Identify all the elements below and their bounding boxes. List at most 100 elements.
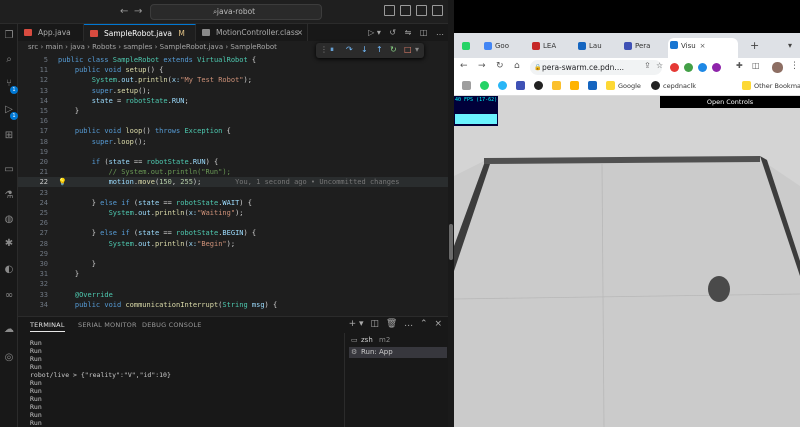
bookmark-google[interactable]: Google <box>618 81 641 91</box>
more-actions-icon[interactable]: … <box>404 319 413 329</box>
extension-icon[interactable] <box>670 63 679 72</box>
menu-icon[interactable]: ⋮ <box>790 61 799 71</box>
tab-debug-console[interactable]: DEBUG CONSOLE <box>142 321 202 329</box>
simulation-viewport[interactable]: 40 FPS (17-62) Open Controls <box>454 96 800 427</box>
history-icon[interactable]: ↺ <box>389 28 396 37</box>
search-icon[interactable]: ⌕ <box>3 54 15 66</box>
apps-icon[interactable] <box>462 81 471 90</box>
address-bar[interactable]: 🔒 pera-swarm.ce.pdn.... <box>530 60 662 75</box>
extension-icon[interactable] <box>698 63 707 72</box>
toggle-secondary-sidebar-icon[interactable] <box>416 5 427 16</box>
toggle-panel-icon[interactable] <box>400 5 411 16</box>
code-line[interactable]: public void loop() throws Exception { <box>58 127 231 135</box>
extension-icon[interactable] <box>712 63 721 72</box>
code-line[interactable]: state = robotState.RUN; <box>58 97 189 105</box>
code-editor[interactable]: 5 public class SampleRobot extends Virtua… <box>18 54 462 316</box>
browser-tab[interactable]: Lau <box>576 39 620 56</box>
tab-terminal[interactable]: TERMINAL <box>30 321 65 332</box>
step-over-icon[interactable]: ↷ <box>346 45 353 54</box>
resize-handle[interactable] <box>449 224 453 260</box>
cloud-icon[interactable]: ☁ <box>3 324 15 336</box>
code-line[interactable]: } <box>58 270 79 278</box>
tab-motioncontroller-class[interactable]: MotionController.class × <box>196 24 308 41</box>
avatar[interactable] <box>772 62 783 73</box>
fps-stats-panel[interactable]: 40 FPS (17-62) <box>454 96 498 126</box>
bookmark-cepdnaclk[interactable]: cepdnaclk <box>663 81 696 91</box>
toggle-sidebar-icon[interactable] <box>384 5 395 16</box>
code-line[interactable]: } <box>58 260 96 268</box>
code-line[interactable]: public void setup() { <box>58 66 164 74</box>
bug-icon[interactable]: ✱ <box>3 238 15 250</box>
remote-explorer-icon[interactable]: ▭ <box>3 164 15 176</box>
drag-handle-icon[interactable]: ⋮ <box>320 45 328 54</box>
folder-icon[interactable] <box>742 81 751 90</box>
code-line[interactable]: } else if (state == robotState.WAIT) { <box>58 199 252 207</box>
reload-icon[interactable]: ↻ <box>496 61 504 71</box>
code-line[interactable]: public class SampleRobot extends Virtual… <box>58 56 256 64</box>
code-line[interactable]: public void communicationInterrupt(Strin… <box>58 301 277 309</box>
testing-icon[interactable]: ⚗ <box>3 190 15 202</box>
live-share-icon[interactable]: ◐ <box>3 264 15 276</box>
browser-tab[interactable]: LEA <box>530 39 574 56</box>
sidepanel-icon[interactable]: ◫ <box>752 61 760 70</box>
command-center-search[interactable]: ⌕ java-robot <box>150 4 322 20</box>
extensions-icon[interactable]: ⊞ <box>3 130 15 142</box>
terminal-item-run-app[interactable]: ⚙ Run: App <box>349 347 447 358</box>
compare-icon[interactable]: ⇋ <box>405 28 412 37</box>
browser-tab[interactable] <box>460 39 480 56</box>
github-icon[interactable] <box>651 81 660 90</box>
docker-icon[interactable]: ◍ <box>3 214 15 226</box>
share-icon[interactable]: ⇪ <box>644 61 651 70</box>
chevron-down-icon[interactable]: ▾ <box>359 319 364 329</box>
customize-layout-icon[interactable] <box>432 5 443 16</box>
forward-arrow-icon[interactable]: → <box>478 61 486 71</box>
other-bookmarks[interactable]: Other Bookmarks <box>754 81 800 91</box>
platformio-icon[interactable]: ◎ <box>3 352 15 364</box>
arena-3d-scene[interactable] <box>454 96 800 427</box>
extensions-puzzle-icon[interactable]: ✚ <box>736 61 743 70</box>
whatsapp-icon[interactable] <box>480 81 489 90</box>
code-line[interactable]: if (state == robotState.RUN) { <box>58 158 219 166</box>
open-controls-button[interactable]: Open Controls <box>660 96 800 108</box>
robot[interactable] <box>708 276 730 302</box>
github-icon[interactable] <box>534 81 543 90</box>
run-file-icon[interactable]: ▷ ▾ <box>368 28 381 37</box>
lightbulb-icon[interactable]: 💡 <box>58 178 67 186</box>
split-editor-icon[interactable]: ◫ <box>420 28 428 37</box>
tab-app-java[interactable]: App.java <box>18 24 84 41</box>
new-tab-icon[interactable]: + <box>750 39 759 52</box>
tab-search-icon[interactable]: ▾ <box>788 41 792 50</box>
browser-tab[interactable]: Visu × <box>668 38 738 58</box>
new-terminal-icon[interactable]: + <box>349 319 357 329</box>
extension-icon[interactable] <box>684 63 693 72</box>
star-icon[interactable]: ☆ <box>656 61 663 70</box>
telegram-icon[interactable] <box>498 81 507 90</box>
more-actions-icon[interactable]: … <box>436 28 444 37</box>
code-line[interactable]: System.out.println(x:"Waiting"); <box>58 209 244 217</box>
code-line[interactable]: super.loop(); <box>58 138 147 146</box>
close-icon[interactable]: × <box>297 24 303 41</box>
tab-serial-monitor[interactable]: SERIAL MONITOR <box>78 321 137 329</box>
back-arrow-icon[interactable]: ← <box>120 6 128 17</box>
bookmark-icon[interactable] <box>516 81 525 90</box>
code-line[interactable]: @Override <box>58 291 113 299</box>
terminal-item-zsh[interactable]: ▭ zsh m2 <box>349 335 447 346</box>
home-icon[interactable]: ⌂ <box>514 61 520 71</box>
maximize-panel-icon[interactable]: ⌃ <box>420 319 428 329</box>
explorer-icon[interactable]: ❐ <box>3 30 15 42</box>
restart-icon[interactable]: ↻ <box>390 45 397 54</box>
step-into-icon[interactable]: ↓ <box>361 45 368 54</box>
close-icon[interactable]: × <box>700 42 706 50</box>
close-icon[interactable]: × <box>434 319 442 329</box>
arduino-icon[interactable]: ∞ <box>3 290 15 302</box>
code-line[interactable]: motion.move(150, 255); You, 1 second ago… <box>58 178 400 186</box>
code-line[interactable]: } else if (state == robotState.BEGIN) { <box>58 229 256 237</box>
forward-arrow-icon[interactable]: → <box>134 6 142 17</box>
code-line[interactable]: super.setup(); <box>58 87 151 95</box>
code-line[interactable]: } <box>58 107 79 115</box>
folder-icon[interactable] <box>606 81 615 90</box>
tab-samplerobot-java[interactable]: SampleRobot.java M <box>84 24 196 41</box>
browser-tab[interactable]: Pera <box>622 39 666 56</box>
split-terminal-icon[interactable]: ◫ <box>370 319 379 329</box>
bookmark-icon[interactable] <box>588 81 597 90</box>
